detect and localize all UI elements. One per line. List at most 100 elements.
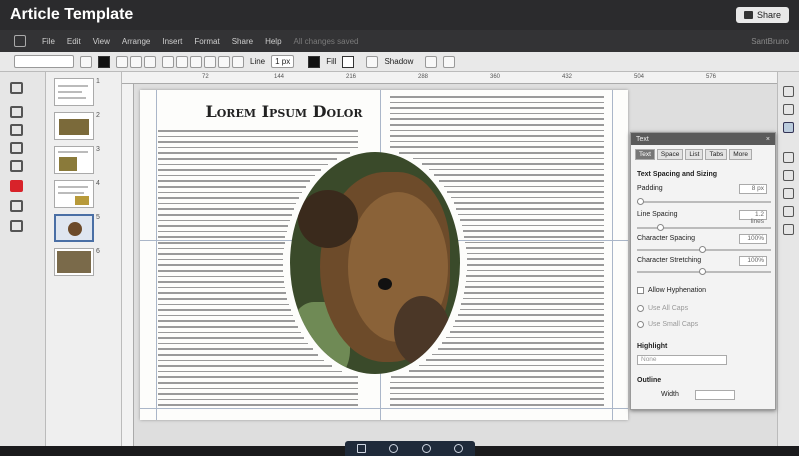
line-color-swatch[interactable] — [308, 55, 321, 68]
tab-text[interactable]: Text — [635, 149, 655, 160]
all-caps-radio[interactable]: Use All Caps — [637, 305, 688, 312]
align-right-button[interactable] — [190, 55, 202, 68]
document-page[interactable]: Lorem Ipsum Dolor — [140, 90, 628, 420]
save-icon[interactable] — [356, 444, 366, 453]
text-line — [158, 326, 298, 328]
text-line — [432, 353, 604, 356]
text-line — [450, 196, 604, 199]
text-color-swatch[interactable] — [98, 55, 110, 68]
clip-icon[interactable] — [10, 220, 23, 232]
char-stretch-slider[interactable] — [637, 268, 771, 275]
text-line — [466, 252, 604, 255]
menu-arrange[interactable]: Arrange — [122, 37, 150, 46]
share-button[interactable]: Share — [735, 7, 789, 23]
padding-slider[interactable] — [637, 198, 771, 205]
image-settings-icon[interactable] — [783, 152, 794, 163]
small-caps-radio[interactable]: Use Small Caps — [637, 321, 698, 328]
text-line — [452, 325, 604, 328]
bear-photo[interactable] — [290, 152, 460, 374]
shape-icon[interactable] — [10, 160, 23, 172]
line-spacing-value[interactable]: 1.2 lines — [739, 210, 767, 225]
menu-insert[interactable]: Insert — [162, 37, 182, 46]
tab-list[interactable]: List — [685, 149, 704, 160]
app-logo-icon — [14, 35, 26, 47]
bear-snout — [394, 296, 450, 366]
char-stretch-value[interactable]: 100% — [739, 256, 767, 266]
new-page-icon[interactable] — [10, 82, 23, 94]
insert-sidebar — [0, 72, 46, 446]
small-caps-label: Use Small Caps — [648, 321, 699, 328]
layers-icon[interactable] — [783, 224, 794, 235]
menu-share[interactable]: Share — [232, 37, 253, 46]
align-center-button[interactable] — [176, 55, 188, 68]
thumbnail-3[interactable] — [54, 146, 94, 174]
slider-handle[interactable] — [699, 268, 706, 275]
underline-button[interactable] — [144, 55, 156, 68]
ruler-mark: 360 — [490, 74, 501, 80]
tab-more[interactable]: More — [729, 149, 753, 160]
text-line — [465, 280, 604, 283]
menu-view[interactable]: View — [93, 37, 110, 46]
text-icon[interactable] — [783, 122, 794, 133]
image-icon[interactable] — [10, 142, 23, 154]
table-icon[interactable] — [10, 124, 23, 136]
thumbnail-5[interactable] — [54, 214, 94, 242]
slider-handle[interactable] — [699, 246, 706, 253]
text-box-icon[interactable] — [10, 106, 23, 118]
menu-help[interactable]: Help — [265, 37, 281, 46]
settings-icon[interactable] — [389, 444, 399, 453]
thumbnail-4[interactable] — [54, 180, 94, 208]
tab-tabs[interactable]: Tabs — [705, 149, 728, 160]
article-headline[interactable]: Lorem Ipsum Dolor — [174, 102, 394, 121]
italic-button[interactable] — [130, 55, 142, 68]
widget-icon[interactable] — [10, 200, 23, 212]
link-icon[interactable] — [783, 188, 794, 199]
line-width-select[interactable]: 1 px — [271, 55, 295, 68]
user-name[interactable]: SantBruno — [751, 37, 789, 46]
indent-button[interactable] — [232, 55, 244, 68]
slider-handle[interactable] — [637, 198, 644, 205]
document-title[interactable]: Article Template — [10, 6, 133, 24]
paragraph-icon[interactable] — [783, 170, 794, 181]
shadow-checkbox[interactable] — [366, 55, 379, 68]
close-icon[interactable]: × — [766, 136, 770, 143]
text-line — [390, 112, 604, 115]
text-line — [158, 286, 285, 289]
video-icon[interactable] — [10, 180, 23, 192]
highlight-select[interactable]: None — [637, 355, 727, 365]
wrap-options-button[interactable] — [443, 55, 456, 68]
justify-button[interactable] — [204, 55, 216, 68]
text-line — [158, 275, 284, 278]
text-line — [390, 107, 604, 109]
text-wrap-button[interactable] — [425, 55, 438, 68]
padding-value[interactable]: 8 px — [739, 184, 767, 194]
char-spacing-slider[interactable] — [637, 246, 771, 253]
char-spacing-value[interactable]: 100% — [739, 234, 767, 244]
font-size-button[interactable] — [80, 55, 92, 68]
align-left-button[interactable] — [162, 55, 174, 68]
font-select[interactable] — [14, 55, 74, 68]
text-line — [461, 303, 604, 305]
menu-format[interactable]: Format — [194, 37, 219, 46]
outline-width-value[interactable] — [695, 390, 735, 400]
menu-edit[interactable]: Edit — [67, 37, 81, 46]
bold-button[interactable] — [116, 55, 128, 68]
layout-icon[interactable] — [783, 104, 794, 115]
thumbnail-2[interactable] — [54, 112, 94, 140]
thumbnail-number: 6 — [96, 248, 100, 255]
thumbnail-6[interactable] — [54, 248, 94, 276]
wrap-icon[interactable] — [783, 206, 794, 217]
menu-file[interactable]: File — [42, 37, 55, 46]
line-spacing-slider[interactable] — [637, 224, 771, 231]
tab-space[interactable]: Space — [656, 149, 684, 160]
search-icon[interactable] — [421, 444, 431, 453]
thumbnail-1[interactable] — [54, 78, 94, 106]
fill-color-swatch[interactable] — [342, 55, 355, 68]
page-icon[interactable] — [783, 86, 794, 97]
list-button[interactable] — [218, 55, 230, 68]
hyphenation-checkbox[interactable]: Allow Hyphenation — [637, 287, 706, 294]
fill-label: Fill — [326, 57, 337, 66]
slider-handle[interactable] — [657, 224, 664, 231]
text-line — [456, 208, 604, 210]
preview-icon[interactable] — [454, 444, 464, 453]
